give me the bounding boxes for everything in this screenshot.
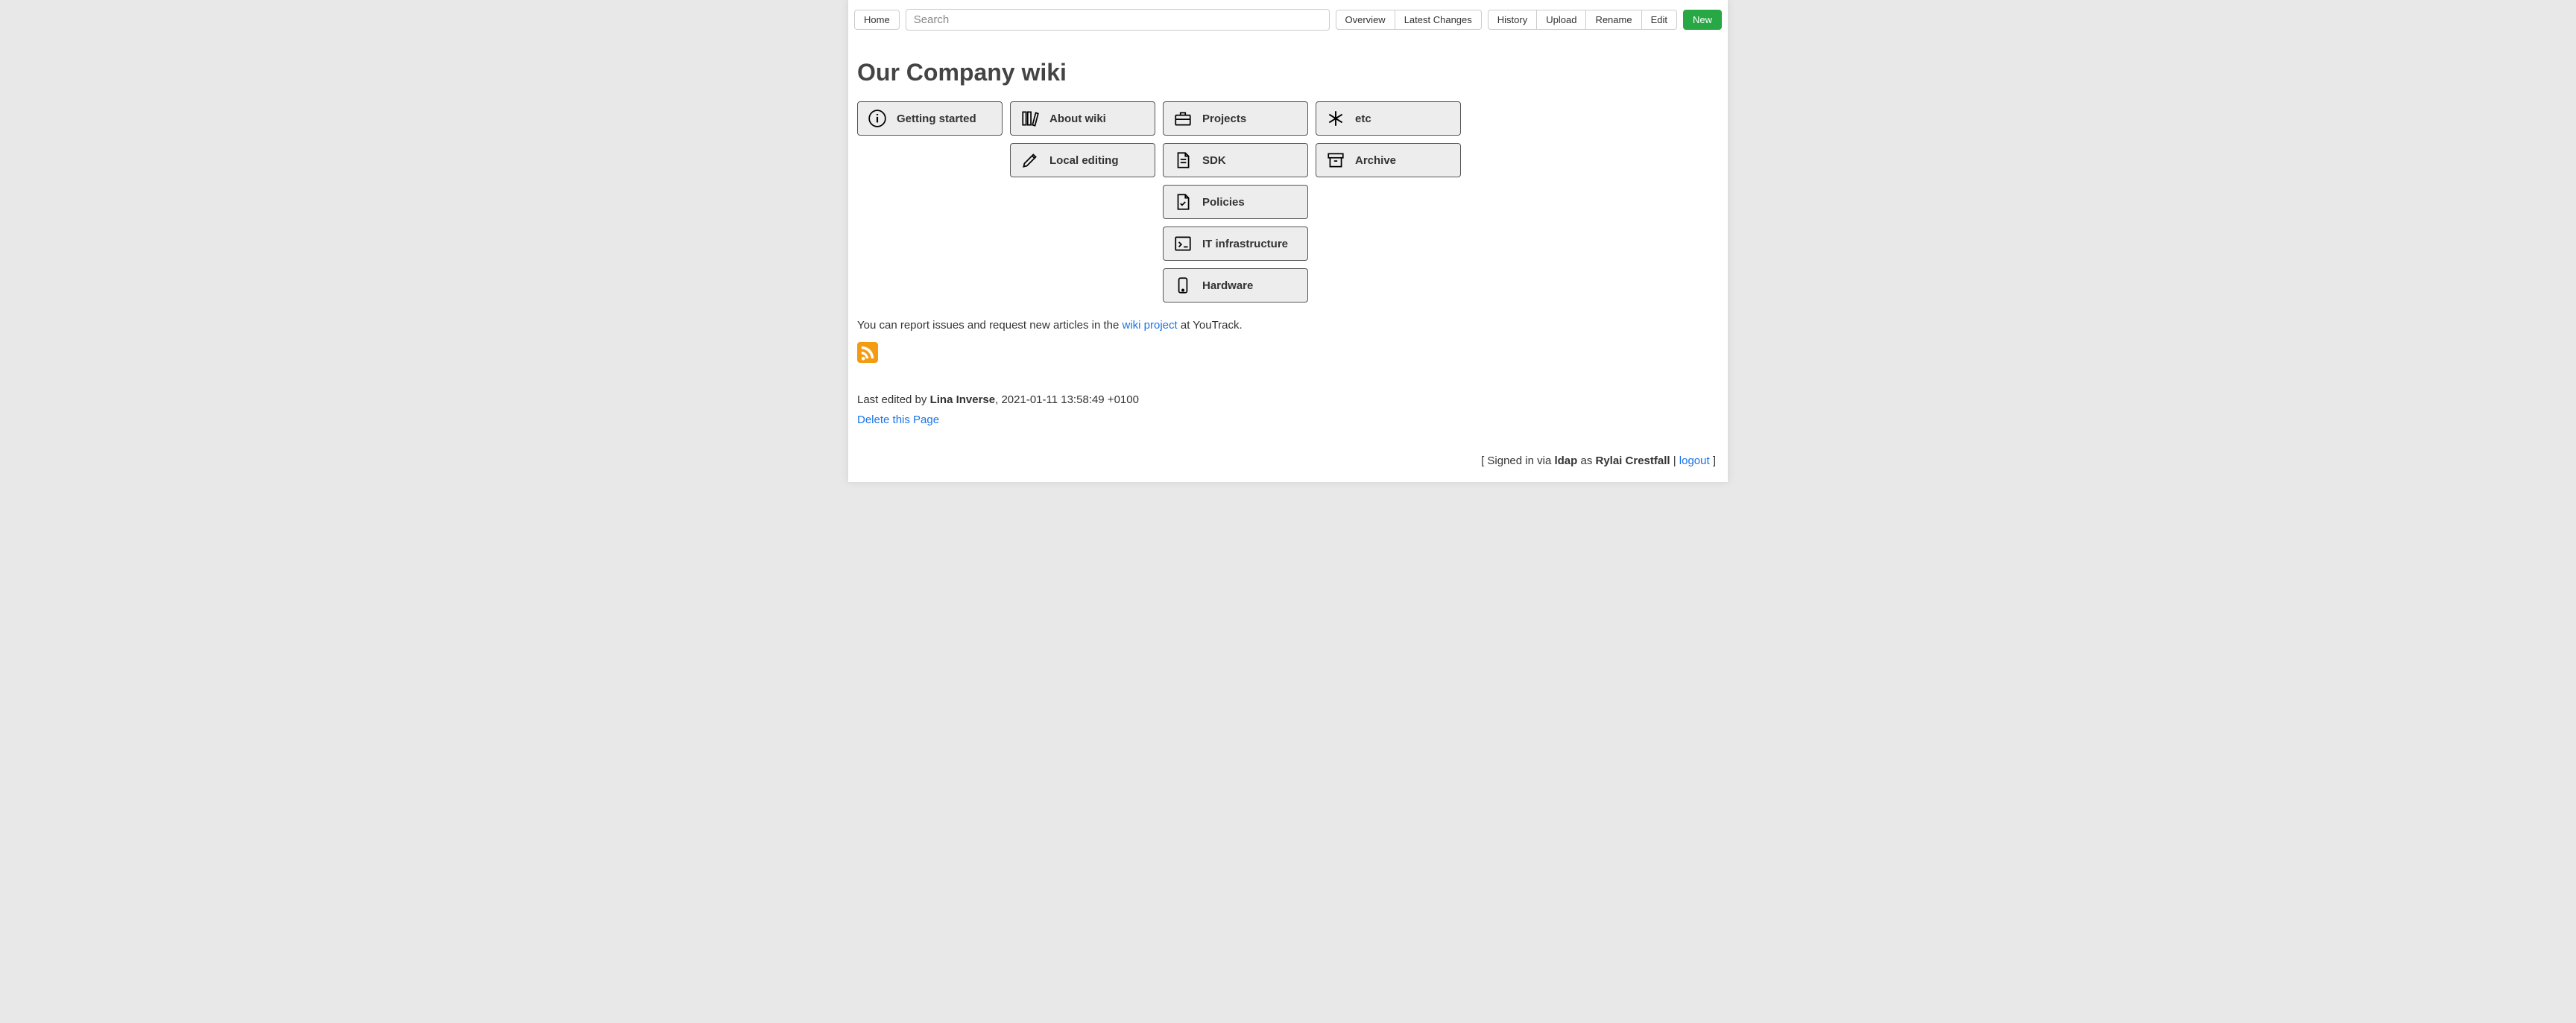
- history-button[interactable]: History: [1488, 10, 1537, 30]
- tile-label: Projects: [1202, 113, 1246, 125]
- tile-it-infrastructure[interactable]: IT infrastructure: [1163, 227, 1308, 261]
- page-title: Our Company wiki: [854, 59, 1722, 86]
- tile-hardware[interactable]: Hardware: [1163, 268, 1308, 303]
- tile-label: IT infrastructure: [1202, 238, 1288, 250]
- tile-label: Hardware: [1202, 279, 1253, 292]
- tile-label: Policies: [1202, 196, 1245, 209]
- document-check-icon: [1172, 191, 1193, 212]
- wiki-project-link[interactable]: wiki project: [1123, 319, 1178, 332]
- edit-button[interactable]: Edit: [1641, 10, 1677, 30]
- pencil-icon: [1020, 150, 1041, 171]
- books-icon: [1020, 108, 1041, 129]
- smartphone-icon: [1172, 275, 1193, 296]
- tile-archive[interactable]: Archive: [1316, 143, 1461, 177]
- edit-date: 2021-01-11 13:58:49 +0100: [1001, 393, 1138, 406]
- report-text: You can report issues and request new ar…: [854, 319, 1722, 332]
- tile-getting-started[interactable]: Getting started: [857, 101, 1003, 136]
- tile-label: SDK: [1202, 154, 1226, 167]
- tile-sdk[interactable]: SDK: [1163, 143, 1308, 177]
- tile-local-editing[interactable]: Local editing: [1010, 143, 1155, 177]
- auth-provider: ldap: [1554, 455, 1577, 467]
- tile-label: Getting started: [897, 113, 976, 125]
- rss-icon[interactable]: [857, 342, 878, 363]
- author-name: Lina Inverse: [930, 393, 996, 406]
- edit-meta: Last edited by Lina Inverse, 2021-01-11 …: [854, 382, 1722, 406]
- page-actions-group: History Upload Rename Edit: [1488, 10, 1677, 30]
- logout-link[interactable]: logout: [1679, 455, 1710, 467]
- tile-label: About wiki: [1049, 113, 1106, 125]
- upload-button[interactable]: Upload: [1536, 10, 1586, 30]
- delete-page-link[interactable]: Delete this Page: [857, 414, 939, 426]
- tile-about-wiki[interactable]: About wiki: [1010, 101, 1155, 136]
- asterisk-icon: [1325, 108, 1346, 129]
- terminal-icon: [1172, 233, 1193, 254]
- tile-label: Archive: [1355, 154, 1396, 167]
- tile-grid: Getting started About wiki Local editing: [854, 101, 1722, 303]
- signin-footer: [ Signed in via ldap as Rylai Crestfall …: [854, 434, 1722, 467]
- info-icon: [867, 108, 888, 129]
- latest-changes-button[interactable]: Latest Changes: [1395, 10, 1482, 30]
- archive-icon: [1325, 150, 1346, 171]
- current-user: Rylai Crestfall: [1596, 455, 1670, 467]
- document-icon: [1172, 150, 1193, 171]
- tile-projects[interactable]: Projects: [1163, 101, 1308, 136]
- new-button[interactable]: New: [1683, 10, 1722, 30]
- home-button[interactable]: Home: [854, 10, 900, 30]
- tile-etc[interactable]: etc: [1316, 101, 1461, 136]
- view-group: Overview Latest Changes: [1336, 10, 1482, 30]
- tile-policies[interactable]: Policies: [1163, 185, 1308, 219]
- tile-label: etc: [1355, 113, 1371, 125]
- search-input[interactable]: [906, 9, 1330, 31]
- overview-button[interactable]: Overview: [1336, 10, 1395, 30]
- rename-button[interactable]: Rename: [1585, 10, 1641, 30]
- topbar: Home Overview Latest Changes History Upl…: [854, 0, 1722, 37]
- briefcase-icon: [1172, 108, 1193, 129]
- tile-label: Local editing: [1049, 154, 1119, 167]
